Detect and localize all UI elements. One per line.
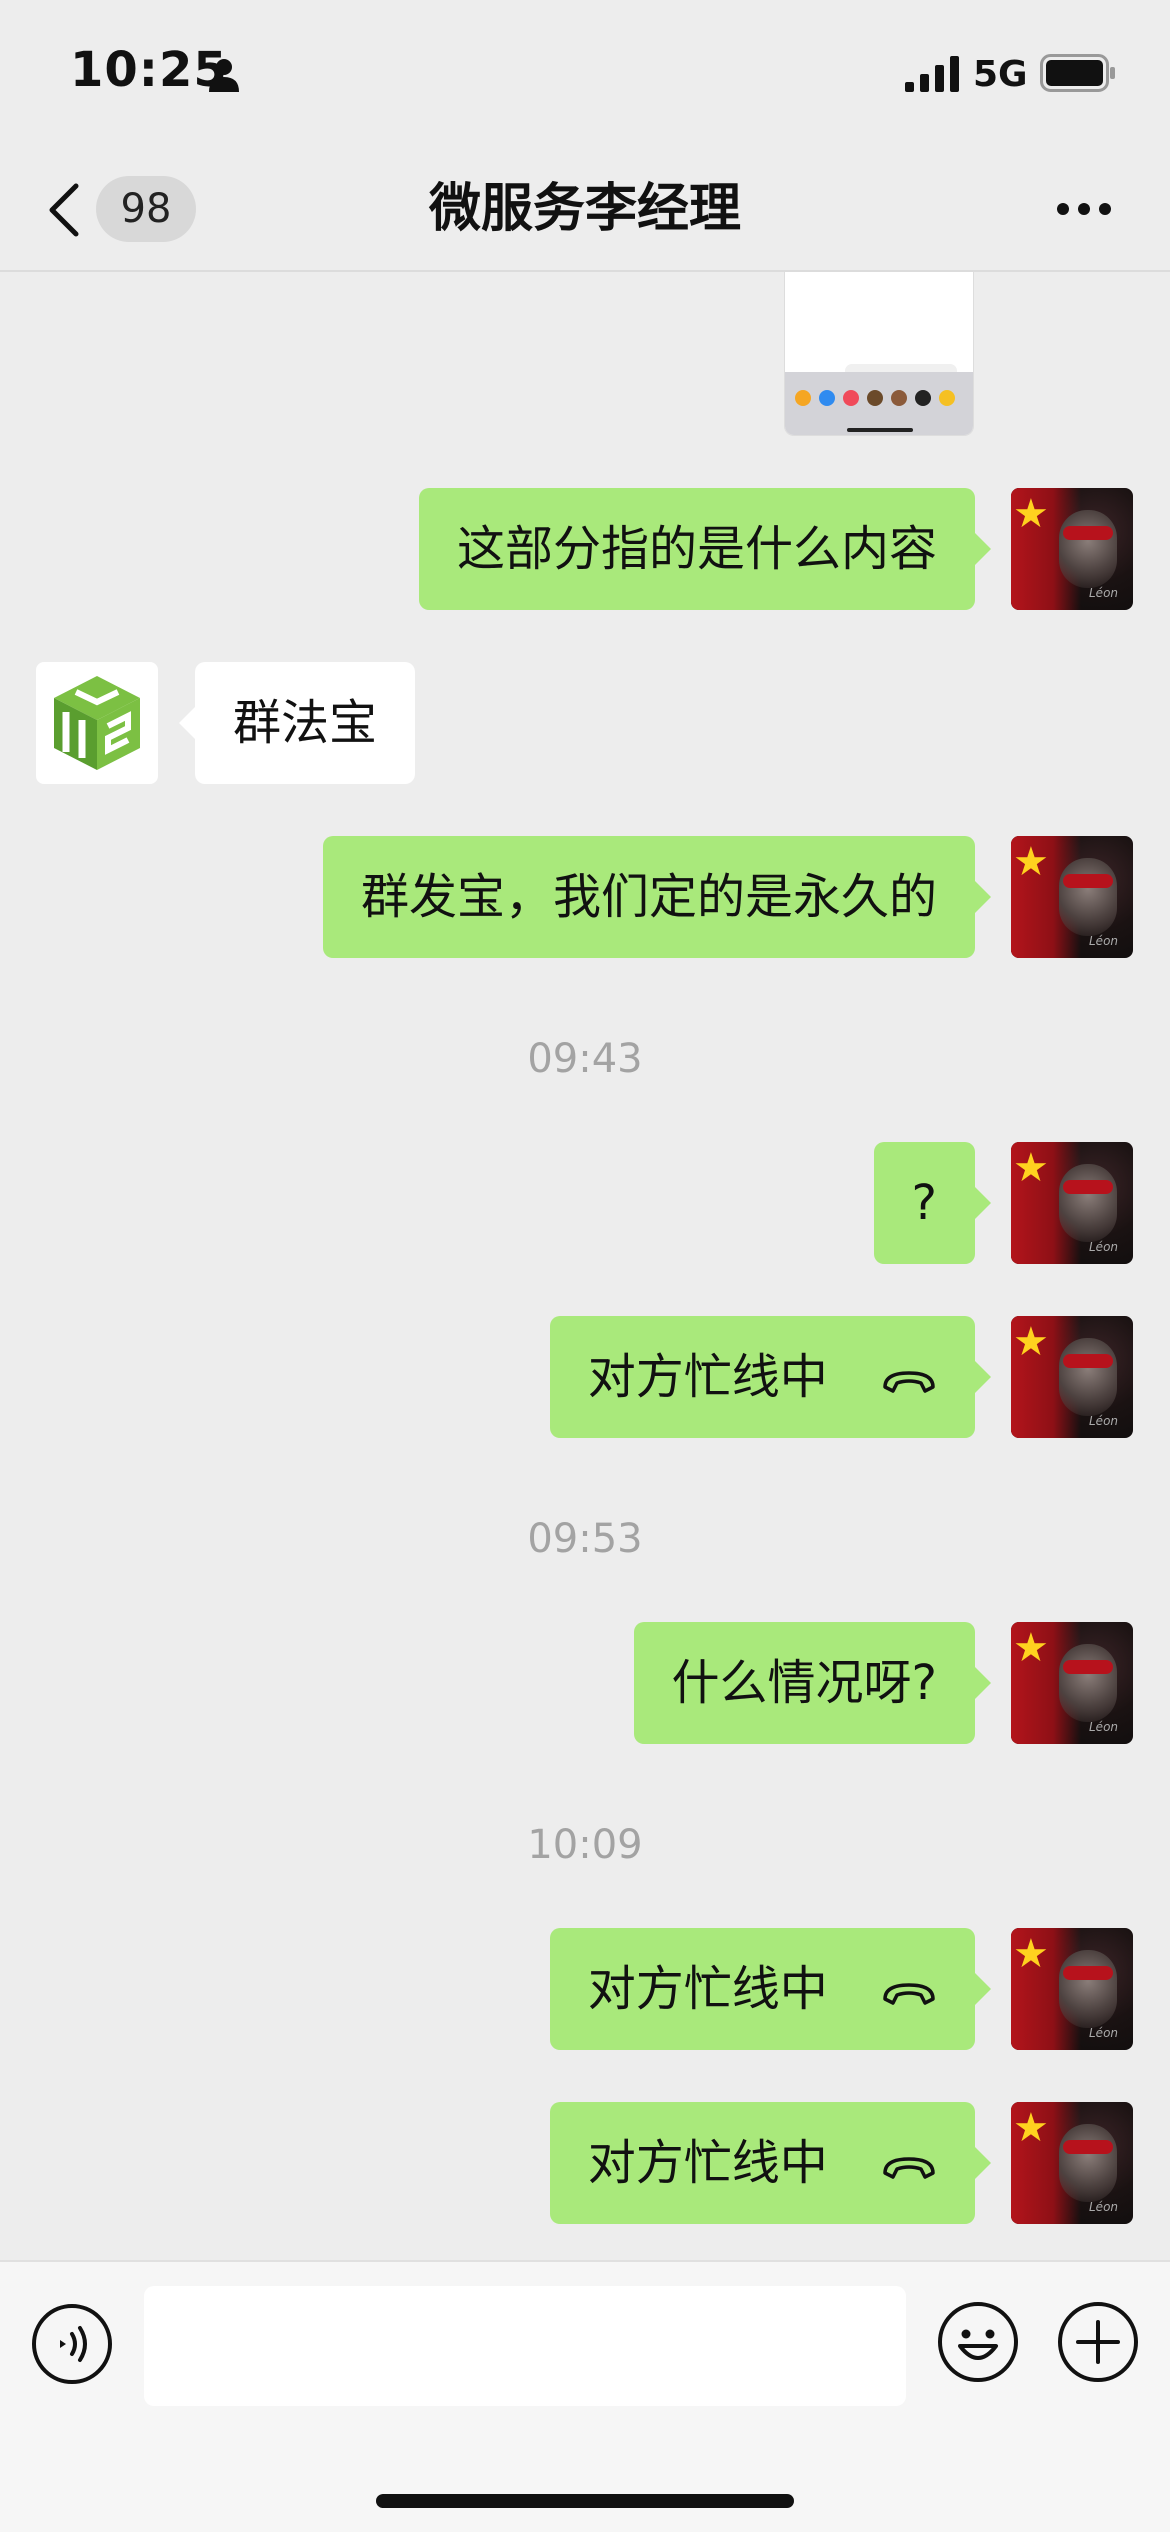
call-record-bubble[interactable]: 对方忙线中 (549, 1928, 992, 2050)
timestamp: 09:53 (527, 1516, 643, 1562)
my-avatar[interactable]: ★ Léon (1011, 1316, 1133, 1438)
thumbnail-content (915, 390, 931, 406)
battery-icon (1040, 54, 1115, 92)
call-record-bubble[interactable]: 对方忙线中 (549, 2102, 992, 2224)
message-text: 群法宝 (233, 695, 378, 751)
unread-count-badge[interactable]: 98 (96, 176, 196, 242)
message-text: ? (911, 1175, 937, 1231)
call-status-text: 对方忙线中 (587, 2135, 828, 2191)
thumbnail-content (867, 390, 883, 406)
status-bar: 10:25 5G (0, 0, 1170, 150)
hang-up-phone-icon (883, 2157, 935, 2179)
person-icon (209, 59, 239, 92)
thumbnail-content (847, 428, 913, 432)
thumbnail-content (795, 390, 811, 406)
message-bubble-sent[interactable]: 这部分指的是什么内容 (418, 488, 992, 610)
my-avatar[interactable]: ★ Léon (1011, 1142, 1133, 1264)
message-bubble-received[interactable]: 群法宝 (178, 662, 416, 784)
message-bubble-sent[interactable]: 群发宝，我们定的是永久的 (322, 836, 992, 958)
image-message-thumbnail[interactable] (784, 272, 974, 436)
timestamp: 10:09 (527, 1822, 643, 1868)
back-chevron-icon[interactable] (44, 178, 84, 242)
hang-up-phone-icon (883, 1983, 935, 2005)
thumbnail-content (891, 390, 907, 406)
thumbnail-content (819, 390, 835, 406)
emoji-icon[interactable] (936, 2300, 1020, 2384)
hang-up-phone-icon (883, 1371, 935, 1393)
my-avatar[interactable]: ★ Léon (1011, 1622, 1133, 1744)
message-list[interactable]: 这部分指的是什么内容 ★ Léon 群法宝 群发宝，我们定的是永久的 ★ Léon … (0, 272, 1170, 2260)
nav-bar: 98 微服务李经理 (0, 150, 1170, 272)
timestamp: 09:43 (527, 1036, 643, 1082)
input-bar (0, 2260, 1170, 2532)
call-record-bubble[interactable]: 对方忙线中 (549, 1316, 992, 1438)
call-status-text: 对方忙线中 (587, 1349, 828, 1405)
my-avatar[interactable]: ★ Léon (1011, 836, 1133, 958)
plus-icon[interactable] (1056, 2300, 1140, 2384)
my-avatar[interactable]: ★ Léon (1011, 1928, 1133, 2050)
my-avatar[interactable]: ★ Léon (1011, 2102, 1133, 2224)
cube-logo-icon (54, 676, 140, 770)
signal-icon (905, 56, 959, 92)
thumbnail-content (939, 390, 955, 406)
message-text: 群发宝，我们定的是永久的 (360, 869, 937, 925)
contact-avatar[interactable] (36, 662, 158, 784)
call-status-text: 对方忙线中 (587, 1961, 828, 2017)
thumbnail-content (843, 390, 859, 406)
voice-icon[interactable] (30, 2302, 114, 2386)
home-indicator[interactable] (376, 2494, 794, 2508)
chat-title: 微服务李经理 (428, 179, 741, 239)
my-avatar[interactable]: ★ Léon (1011, 488, 1133, 610)
message-bubble-sent[interactable]: 什么情况呀? (633, 1622, 992, 1744)
message-text: 这部分指的是什么内容 (456, 521, 937, 577)
message-input[interactable] (144, 2286, 906, 2406)
status-time: 10:25 (70, 42, 228, 98)
more-dots-icon[interactable] (1055, 200, 1113, 218)
network-label: 5G (973, 54, 1028, 95)
message-bubble-sent[interactable]: ? (873, 1142, 992, 1264)
message-text: 什么情况呀? (671, 1655, 937, 1711)
